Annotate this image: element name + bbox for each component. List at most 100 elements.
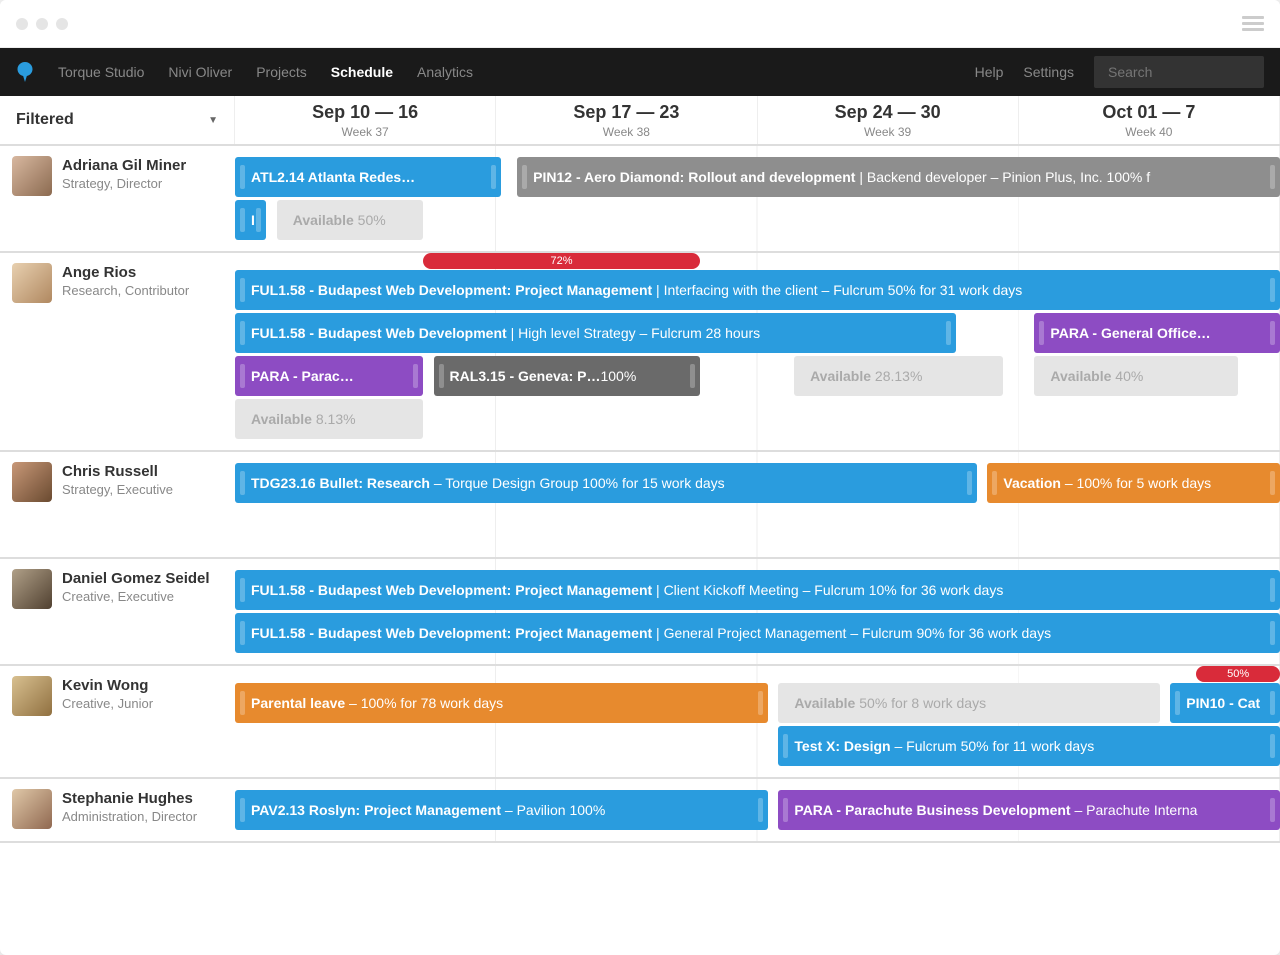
bar-label: TDG23.16 Bullet: Research – Torque Desig… xyxy=(251,475,725,491)
grip-handle-icon[interactable] xyxy=(1270,578,1275,602)
person-info[interactable]: Stephanie HughesAdministration, Director xyxy=(0,779,235,841)
filter-dropdown[interactable]: Filtered ▼ xyxy=(0,96,235,144)
schedule-bar[interactable]: FUL1.58 - Budapest Web Development: Proj… xyxy=(235,613,1280,653)
week-header[interactable]: Sep 17 — 23Week 38 xyxy=(496,96,757,144)
lane: ATL2.14 Atlanta Redes… PIN12 - Aero Diamo… xyxy=(235,157,1280,197)
avatar[interactable] xyxy=(12,156,52,196)
lane: FUL1.58 - Budapest Web Development | Hig… xyxy=(235,313,1280,353)
grip-handle-icon[interactable] xyxy=(946,321,951,345)
person-info[interactable]: Ange RiosResearch, Contributor xyxy=(0,253,235,450)
week-header[interactable]: Oct 01 — 7Week 40 xyxy=(1019,96,1280,144)
window-dot[interactable] xyxy=(56,18,68,30)
window-dot[interactable] xyxy=(16,18,28,30)
schedule-bar[interactable]: Available 8.13% xyxy=(235,399,423,439)
avatar[interactable] xyxy=(12,676,52,716)
schedule-bar[interactable]: Available 50% xyxy=(277,200,423,240)
main-toolbar: Torque Studio Nivi Oliver Projects Schedule… xyxy=(0,48,1280,96)
grip-handle-icon[interactable] xyxy=(1270,734,1275,758)
grip-handle-icon[interactable] xyxy=(783,734,788,758)
week-header[interactable]: Sep 10 — 16Week 37 xyxy=(235,96,496,144)
schedule-bar[interactable]: PARA - General Office… xyxy=(1034,313,1280,353)
grip-handle-icon[interactable] xyxy=(240,578,245,602)
person-info[interactable]: Chris RussellStrategy, Executive xyxy=(0,452,235,557)
grip-handle-icon[interactable] xyxy=(240,691,245,715)
grip-handle-icon[interactable] xyxy=(1175,691,1180,715)
grip-handle-icon[interactable] xyxy=(1270,321,1275,345)
search-input[interactable] xyxy=(1094,56,1264,88)
grip-handle-icon[interactable] xyxy=(1270,621,1275,645)
schedule-bar[interactable]: I xyxy=(235,200,266,240)
grip-handle-icon[interactable] xyxy=(439,364,444,388)
grip-handle-icon[interactable] xyxy=(240,471,245,495)
grip-handle-icon[interactable] xyxy=(1270,278,1275,302)
help-link[interactable]: Help xyxy=(975,64,1004,80)
grip-handle-icon[interactable] xyxy=(491,165,496,189)
grip-handle-icon[interactable] xyxy=(240,621,245,645)
filter-label: Filtered xyxy=(16,111,74,129)
grip-handle-icon[interactable] xyxy=(1270,471,1275,495)
nav-item[interactable]: Schedule xyxy=(331,64,393,80)
chevron-down-icon: ▼ xyxy=(208,115,218,126)
grip-handle-icon[interactable] xyxy=(240,364,245,388)
week-sub: Week 38 xyxy=(496,125,756,139)
schedule-bar[interactable]: Available 40% xyxy=(1034,356,1238,396)
overload-indicator: 50% xyxy=(1196,666,1280,682)
hamburger-icon[interactable] xyxy=(1242,16,1264,31)
schedule-bar[interactable]: FUL1.58 - Budapest Web Development | Hig… xyxy=(235,313,956,353)
person-info[interactable]: Daniel Gomez SeidelCreative, Executive xyxy=(0,559,235,664)
grip-handle-icon[interactable] xyxy=(1270,798,1275,822)
grip-handle-icon[interactable] xyxy=(992,471,997,495)
schedule-bar[interactable]: PIN10 - Cat xyxy=(1170,683,1280,723)
nav-item[interactable]: Analytics xyxy=(417,64,473,80)
person-name: Daniel Gomez Seidel xyxy=(62,569,210,589)
schedule-bar[interactable]: Test X: Design – Fulcrum 50% for 11 work… xyxy=(778,726,1280,766)
week-header[interactable]: Sep 24 — 30Week 39 xyxy=(758,96,1019,144)
grip-handle-icon[interactable] xyxy=(240,321,245,345)
grip-handle-icon[interactable] xyxy=(758,798,763,822)
lane-area: ATL2.14 Atlanta Redes… PIN12 - Aero Diamo… xyxy=(235,146,1280,251)
person-section: Adriana Gil MinerStrategy, DirectorATL2.… xyxy=(0,146,1280,253)
grip-handle-icon[interactable] xyxy=(522,165,527,189)
overload-indicator: 72% xyxy=(423,253,700,269)
avatar[interactable] xyxy=(12,789,52,829)
schedule-bar[interactable]: ATL2.14 Atlanta Redes… xyxy=(235,157,501,197)
schedule-bar[interactable]: PAV2.13 Roslyn: Project Management – Pav… xyxy=(235,790,768,830)
nav-item[interactable]: Projects xyxy=(256,64,307,80)
grip-handle-icon[interactable] xyxy=(240,165,245,189)
avatar[interactable] xyxy=(12,569,52,609)
grip-handle-icon[interactable] xyxy=(1039,321,1044,345)
grip-handle-icon[interactable] xyxy=(758,691,763,715)
settings-link[interactable]: Settings xyxy=(1023,64,1074,80)
lane: Test X: Design – Fulcrum 50% for 11 work… xyxy=(235,726,1280,766)
schedule-bar[interactable]: PARA - Parac… xyxy=(235,356,423,396)
bar-label: PAV2.13 Roslyn: Project Management – Pav… xyxy=(251,802,605,818)
schedule-bar[interactable]: Available 50% for 8 work days xyxy=(778,683,1159,723)
grip-handle-icon[interactable] xyxy=(240,208,245,232)
window-dot[interactable] xyxy=(36,18,48,30)
schedule-bar[interactable]: Vacation – 100% for 5 work days xyxy=(987,463,1280,503)
grip-handle-icon[interactable] xyxy=(413,364,418,388)
grip-handle-icon[interactable] xyxy=(690,364,695,388)
person-info[interactable]: Adriana Gil MinerStrategy, Director xyxy=(0,146,235,251)
schedule-bar[interactable]: RAL3.15 - Geneva: P…100% xyxy=(434,356,700,396)
person-info[interactable]: Kevin WongCreative, Junior xyxy=(0,666,235,777)
schedule-bar[interactable]: PARA - Parachute Business Development – … xyxy=(778,790,1280,830)
nav-item[interactable]: Torque Studio xyxy=(58,64,144,80)
grip-handle-icon[interactable] xyxy=(967,471,972,495)
grip-handle-icon[interactable] xyxy=(1270,691,1275,715)
schedule-bar[interactable]: FUL1.58 - Budapest Web Development: Proj… xyxy=(235,570,1280,610)
schedule-bar[interactable]: PIN12 - Aero Diamond: Rollout and develo… xyxy=(517,157,1280,197)
nav-item[interactable]: Nivi Oliver xyxy=(168,64,232,80)
grip-handle-icon[interactable] xyxy=(240,798,245,822)
avatar[interactable] xyxy=(12,263,52,303)
grip-handle-icon[interactable] xyxy=(1270,165,1275,189)
schedule-bar[interactable]: FUL1.58 - Budapest Web Development: Proj… xyxy=(235,270,1280,310)
grip-handle-icon[interactable] xyxy=(256,208,261,232)
schedule-bar[interactable]: Parental leave – 100% for 78 work days xyxy=(235,683,768,723)
schedule-bar[interactable]: TDG23.16 Bullet: Research – Torque Desig… xyxy=(235,463,977,503)
avatar[interactable] xyxy=(12,462,52,502)
grip-handle-icon[interactable] xyxy=(783,798,788,822)
lane: PARA - Parac… RAL3.15 - Geneva: P…100% Ava… xyxy=(235,356,1280,396)
schedule-bar[interactable]: Available 28.13% xyxy=(794,356,1003,396)
grip-handle-icon[interactable] xyxy=(240,278,245,302)
